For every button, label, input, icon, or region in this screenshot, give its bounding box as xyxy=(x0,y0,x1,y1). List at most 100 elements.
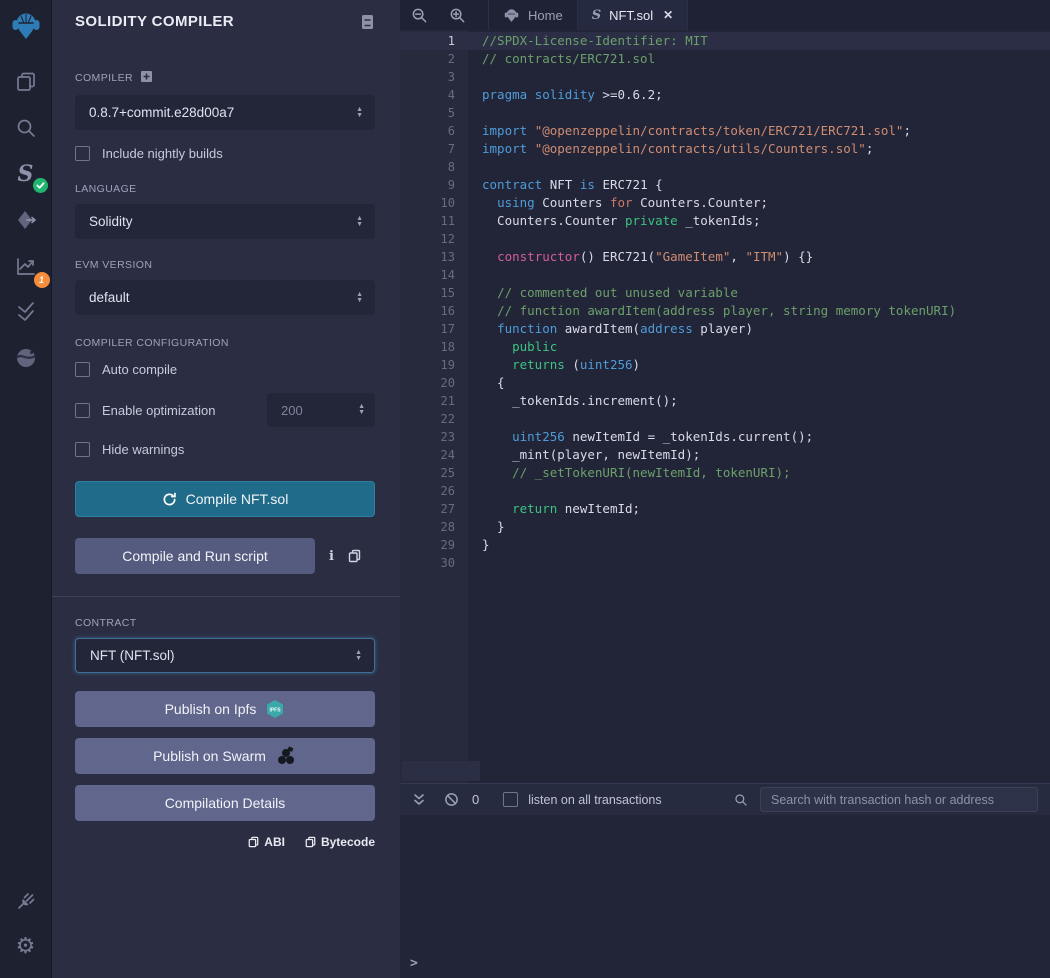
code-line[interactable]: 21 _tokenIds.increment(); xyxy=(400,392,1050,410)
solidity-file-icon: S xyxy=(592,9,601,22)
code-line[interactable]: 7import "@openzeppelin/contracts/utils/C… xyxy=(400,140,1050,158)
file-explorer-icon[interactable] xyxy=(6,62,46,102)
compiler-config-section-label: COMPILER CONFIGURATION xyxy=(75,337,375,349)
evm-version-select[interactable]: default ▲▼ xyxy=(75,280,375,315)
auto-compile-checkbox[interactable] xyxy=(75,362,90,377)
line-number: 21 xyxy=(400,392,455,410)
include-nightly-checkbox[interactable] xyxy=(75,146,90,161)
code-text: _tokenIds.increment(); xyxy=(455,392,678,410)
code-lines: 1//SPDX-License-Identifier: MIT2// contr… xyxy=(400,30,1050,572)
code-editor[interactable]: 1//SPDX-License-Identifier: MIT2// contr… xyxy=(400,30,1050,783)
compilation-details-button[interactable]: Compilation Details xyxy=(75,785,375,821)
code-line[interactable]: 5 xyxy=(400,104,1050,122)
transaction-search-input[interactable] xyxy=(760,787,1038,812)
evm-version-section-label: EVM VERSION xyxy=(75,259,375,271)
line-number: 10 xyxy=(400,194,455,212)
select-updown-icon: ▲▼ xyxy=(356,292,363,304)
line-number: 2 xyxy=(400,50,455,68)
code-text xyxy=(455,158,482,176)
panel-title: SOLIDITY COMPILER xyxy=(75,13,234,30)
line-number: 7 xyxy=(400,140,455,158)
terminal-toolbar: 0 listen on all transactions xyxy=(400,783,1050,815)
select-updown-icon: ▲▼ xyxy=(356,216,363,228)
optimization-runs-input[interactable]: 200 ▲▼ xyxy=(267,393,375,427)
analysis-icon[interactable]: 1 xyxy=(6,246,46,286)
settings-gear-icon[interactable]: ⚙ xyxy=(6,926,46,966)
compile-success-badge xyxy=(33,178,48,193)
select-updown-icon: ▲▼ xyxy=(356,107,363,119)
code-line[interactable]: 29} xyxy=(400,536,1050,554)
zoom-in-icon[interactable] xyxy=(438,0,476,30)
copy-abi-button[interactable]: ABI xyxy=(248,835,285,849)
code-line[interactable]: 27 return newItemId; xyxy=(400,500,1050,518)
code-line[interactable]: 12 xyxy=(400,230,1050,248)
compile-button[interactable]: Compile NFT.sol xyxy=(75,481,375,517)
contract-select[interactable]: NFT (NFT.sol) ▲▼ xyxy=(75,638,375,673)
select-updown-icon: ▲▼ xyxy=(355,650,362,662)
close-icon[interactable]: ✕ xyxy=(663,8,673,22)
search-icon[interactable] xyxy=(6,108,46,148)
code-text xyxy=(455,68,482,86)
deploy-run-icon[interactable] xyxy=(6,200,46,240)
code-line[interactable]: 18 public xyxy=(400,338,1050,356)
copy-bytecode-button[interactable]: Bytecode xyxy=(305,835,375,849)
language-select[interactable]: Solidity ▲▼ xyxy=(75,204,375,239)
publish-ipfs-button[interactable]: Publish on Ipfs IPFS xyxy=(75,691,375,727)
hide-warnings-checkbox[interactable] xyxy=(75,442,90,457)
code-line[interactable]: 25 // _setTokenURI(newItemId, tokenURI); xyxy=(400,464,1050,482)
code-line[interactable]: 15 // commented out unused variable xyxy=(400,284,1050,302)
plugin-orb-icon[interactable] xyxy=(6,338,46,378)
unit-testing-icon[interactable] xyxy=(6,292,46,332)
line-number: 5 xyxy=(400,104,455,122)
horizontal-scrollbar[interactable] xyxy=(402,761,480,781)
collapse-chevrons-icon[interactable] xyxy=(408,789,430,811)
info-icon[interactable]: i xyxy=(329,549,334,564)
tab-bar: Home S NFT.sol ✕ xyxy=(400,0,1050,30)
tab-label: Home xyxy=(528,8,563,23)
code-line[interactable]: 16 // function awardItem(address player,… xyxy=(400,302,1050,320)
code-line[interactable]: 24 _mint(player, newItemId); xyxy=(400,446,1050,464)
line-number: 25 xyxy=(400,464,455,482)
code-line[interactable]: 1//SPDX-License-Identifier: MIT xyxy=(400,32,1050,50)
code-line[interactable]: 3 xyxy=(400,68,1050,86)
clear-ban-icon[interactable] xyxy=(440,789,462,811)
zoom-out-icon[interactable] xyxy=(400,0,438,30)
docs-icon[interactable] xyxy=(360,14,375,30)
code-line[interactable]: 11 Counters.Counter private _tokenIds; xyxy=(400,212,1050,230)
listen-transactions-checkbox[interactable] xyxy=(503,792,518,807)
code-line[interactable]: 22 xyxy=(400,410,1050,428)
code-line[interactable]: 19 returns (uint256) xyxy=(400,356,1050,374)
terminal-output[interactable]: > xyxy=(400,815,1050,978)
line-number: 22 xyxy=(400,410,455,428)
code-text: returns (uint256) xyxy=(455,356,640,374)
line-number: 13 xyxy=(400,248,455,266)
solidity-compiler-icon[interactable]: S xyxy=(6,154,46,194)
code-line[interactable]: 13 constructor() ERC721("GameItem", "ITM… xyxy=(400,248,1050,266)
code-line[interactable]: 14 xyxy=(400,266,1050,284)
plug-icon[interactable] xyxy=(6,880,46,920)
code-line[interactable]: 9contract NFT is ERC721 { xyxy=(400,176,1050,194)
line-number: 8 xyxy=(400,158,455,176)
code-line[interactable]: 10 using Counters for Counters.Counter; xyxy=(400,194,1050,212)
code-line[interactable]: 6import "@openzeppelin/contracts/token/E… xyxy=(400,122,1050,140)
enable-optimization-checkbox[interactable] xyxy=(75,403,90,418)
add-compiler-icon[interactable] xyxy=(140,70,153,86)
code-line[interactable]: 2// contracts/ERC721.sol xyxy=(400,50,1050,68)
copy-icon[interactable] xyxy=(348,549,361,563)
code-line[interactable]: 17 function awardItem(address player) xyxy=(400,320,1050,338)
remix-logo[interactable] xyxy=(6,6,46,46)
tab-nft-sol[interactable]: S NFT.sol ✕ xyxy=(578,0,689,30)
code-line[interactable]: 20 { xyxy=(400,374,1050,392)
code-line[interactable]: 8 xyxy=(400,158,1050,176)
code-line[interactable]: 28 } xyxy=(400,518,1050,536)
code-text: // commented out unused variable xyxy=(455,284,738,302)
enable-optimization-label: Enable optimization xyxy=(102,403,215,418)
compile-and-run-button[interactable]: Compile and Run script xyxy=(75,538,315,574)
compiler-version-select[interactable]: 0.8.7+commit.e28d00a7 ▲▼ xyxy=(75,95,375,130)
tab-home[interactable]: Home xyxy=(488,0,578,30)
code-line[interactable]: 26 xyxy=(400,482,1050,500)
publish-swarm-button[interactable]: Publish on Swarm xyxy=(75,738,375,774)
code-line[interactable]: 30 xyxy=(400,554,1050,572)
code-line[interactable]: 23 uint256 newItemId = _tokenIds.current… xyxy=(400,428,1050,446)
code-line[interactable]: 4pragma solidity >=0.6.2; xyxy=(400,86,1050,104)
